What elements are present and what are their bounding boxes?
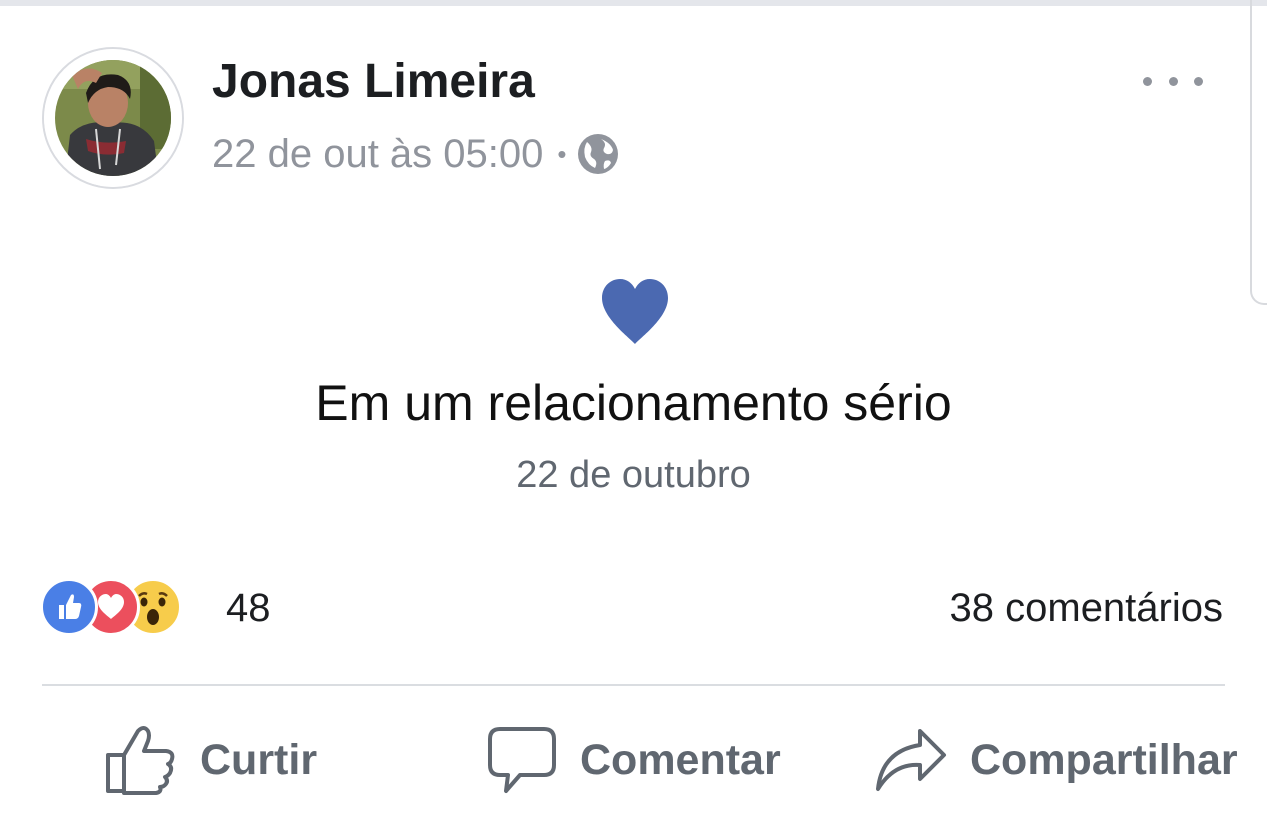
post-timestamp[interactable]: 22 de out às 05:00 xyxy=(212,132,543,177)
comment-button-label: Comentar xyxy=(580,735,781,784)
meta-separator: • xyxy=(557,138,567,169)
top-divider xyxy=(0,0,1267,6)
comment-bubble-icon xyxy=(488,727,556,793)
thumbs-up-icon xyxy=(106,726,175,795)
author-name[interactable]: Jonas Limeira xyxy=(212,54,535,109)
like-reaction-icon xyxy=(40,578,98,636)
more-dot xyxy=(1168,76,1178,86)
more-options-icon[interactable] xyxy=(1143,66,1203,96)
comments-count[interactable]: 38 comentários xyxy=(950,586,1223,631)
life-event-date: 22 de outubro xyxy=(516,454,751,496)
globe-icon xyxy=(577,133,619,175)
heart-icon xyxy=(602,279,668,344)
more-dot xyxy=(1194,76,1203,86)
like-button[interactable]: Curtir xyxy=(104,720,317,800)
scrollbar-edge xyxy=(1250,0,1267,305)
share-button-label: Compartilhar xyxy=(970,735,1238,784)
share-arrow-icon xyxy=(876,729,946,791)
life-event-title: Em um relacionamento sério xyxy=(315,375,952,431)
share-button[interactable]: Compartilhar xyxy=(874,720,1238,800)
post-meta: 22 de out às 05:00 • xyxy=(212,131,619,177)
like-button-label: Curtir xyxy=(200,735,318,784)
author-avatar[interactable] xyxy=(42,47,184,189)
more-dot xyxy=(1143,76,1152,86)
reaction-count[interactable]: 48 xyxy=(226,586,271,631)
action-divider xyxy=(42,684,1225,686)
comment-button[interactable]: Comentar xyxy=(486,720,781,800)
